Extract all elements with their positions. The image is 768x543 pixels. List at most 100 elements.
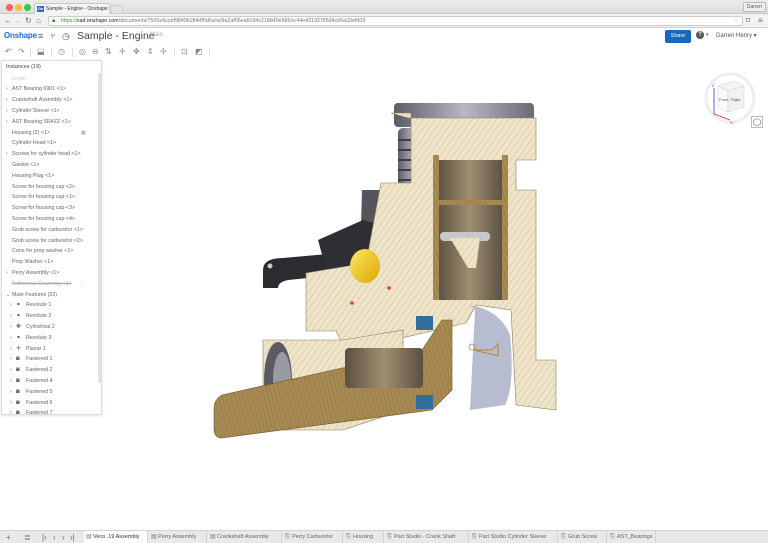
expand-chevron-icon[interactable]: › xyxy=(6,106,8,117)
instance-list-item[interactable]: Reference Geometry <1> ▫ xyxy=(2,279,97,290)
url-input[interactable]: 🔒︎ https://cad.onshape.com/documents/750… xyxy=(48,16,743,26)
mate-feature-item[interactable]: › ✛ Planar 1 xyxy=(2,344,97,355)
instance-list-item[interactable]: Screw for housing cap <1> xyxy=(2,192,97,203)
instance-list-item[interactable]: Screw for housing cap <4> xyxy=(2,214,97,225)
bookmark-star-icon[interactable]: ☆ xyxy=(733,17,738,25)
document-menu-icon[interactable]: ≡ xyxy=(38,30,43,42)
last-tab-icon[interactable]: ›| xyxy=(70,532,75,543)
redo-icon[interactable]: ↷ xyxy=(18,46,25,58)
instance-list-item[interactable]: › Screws for cylinder head <1> xyxy=(2,149,97,160)
instance-list-item[interactable]: › Crankshaft Assembly <1> xyxy=(2,95,97,106)
view-options-icon[interactable] xyxy=(751,116,763,128)
close-window-button[interactable] xyxy=(6,4,13,11)
mate-features-header[interactable]: ⌄ Mate Features (22) xyxy=(2,290,97,301)
expand-chevron-icon[interactable]: › xyxy=(10,344,12,355)
expand-chevron-icon[interactable]: › xyxy=(10,322,12,333)
fastened-mate-icon[interactable]: ◎ xyxy=(79,46,86,58)
tab-list-icon[interactable]: ≣ xyxy=(24,532,31,543)
cast-icon[interactable]: ⌑ xyxy=(746,16,750,26)
expand-chevron-icon[interactable]: › xyxy=(10,387,12,398)
expand-chevron-icon[interactable]: › xyxy=(10,376,12,387)
mate-feature-item[interactable]: › ◙ Fastened 2 xyxy=(2,365,97,376)
expand-chevron-icon[interactable]: › xyxy=(10,408,12,414)
panel-scrollbar[interactable] xyxy=(98,73,101,383)
minimize-window-button[interactable] xyxy=(15,4,22,11)
first-tab-icon[interactable]: |‹ xyxy=(42,532,47,543)
prev-tab-icon[interactable]: ‹ xyxy=(53,532,56,543)
user-menu[interactable]: Darren Henry ▾ xyxy=(716,32,757,39)
new-tab-button[interactable] xyxy=(111,5,123,14)
explode-icon[interactable]: ◩ xyxy=(195,46,203,58)
planar-mate-icon[interactable]: ✛ xyxy=(119,46,126,58)
instance-list-item[interactable]: › Cylinder Sleeve <1> xyxy=(2,106,97,117)
tab-part-studio-cylinder-sleeve[interactable]: ⎘ Part Studio Cylinder Sleeve xyxy=(470,531,558,543)
tab-close-icon[interactable]: × xyxy=(103,4,106,14)
expand-chevron-icon[interactable]: › xyxy=(10,354,12,365)
instance-list-item[interactable]: Prop Washer <1> xyxy=(2,257,97,268)
mate-feature-item[interactable]: › ◙ Fastened 6 xyxy=(2,398,97,409)
tab-veco-19-assembly[interactable]: ▤ Veco .19 Assembly xyxy=(84,531,148,543)
versions-branch-icon[interactable]: ⑂ xyxy=(50,30,55,42)
mate-connector-icon[interactable]: ⊡ xyxy=(181,46,188,58)
help-icon[interactable]: ? xyxy=(696,31,704,39)
forward-arrow-icon[interactable]: → xyxy=(14,15,22,27)
add-tab-icon[interactable]: + xyxy=(6,532,11,543)
instance-list-item[interactable]: Grub screw for carburetor <2> xyxy=(2,236,97,247)
tab-crankshaft-assembly[interactable]: ▤ Crankshaft Assembly xyxy=(208,531,282,543)
next-tab-icon[interactable]: › xyxy=(62,532,65,543)
instance-list-item[interactable]: Housing (2) <1> ▦ xyxy=(2,128,97,139)
home-icon[interactable]: ⌂ xyxy=(36,15,41,27)
mate-feature-item[interactable]: › ✥ Cylindrical 2 xyxy=(2,322,97,333)
reload-icon[interactable]: ↻ xyxy=(25,15,32,27)
tab-grub-screw[interactable]: ⎘ Grub Screw xyxy=(559,531,607,543)
instance-list-item[interactable]: Screw for housing cap <2> xyxy=(2,182,97,193)
instance-list-item[interactable]: Gasket <1> xyxy=(2,160,97,171)
help-dropdown-icon[interactable]: ▾ xyxy=(706,32,709,38)
instance-list-item[interactable]: › AST Bearing 6901 <1> xyxy=(2,84,97,95)
graphics-viewport[interactable] xyxy=(103,60,768,526)
history-icon[interactable]: ◷ xyxy=(58,46,65,58)
expand-chevron-icon[interactable]: › xyxy=(10,311,12,322)
expand-chevron-icon[interactable]: › xyxy=(10,398,12,409)
tab-part-studio-crank-shaft[interactable]: ⎘ Part Studio - Crank Shaft xyxy=(385,531,469,543)
expand-chevron-icon[interactable]: › xyxy=(10,300,12,311)
mate-feature-item[interactable]: › ⚭ Revolute 2 xyxy=(2,311,97,322)
collapse-chevron-icon[interactable]: ⌄ xyxy=(6,290,10,301)
pin-slot-mate-icon[interactable]: ⇕ xyxy=(147,46,154,58)
hidden-icon[interactable]: ▫ xyxy=(81,279,83,290)
ball-mate-icon[interactable]: ✢ xyxy=(160,46,167,58)
history-clock-icon[interactable]: ◷ xyxy=(62,30,70,42)
browser-tab[interactable]: Os Sample - Engine - Onshape × xyxy=(34,3,110,14)
expand-chevron-icon[interactable]: › xyxy=(6,149,8,160)
expand-chevron-icon[interactable]: › xyxy=(6,268,8,279)
expand-chevron-icon[interactable]: › xyxy=(10,333,12,344)
instance-list-item[interactable]: Cylinder Head <1> xyxy=(2,138,97,149)
instance-list-item[interactable]: Origin xyxy=(2,74,97,85)
mate-feature-item[interactable]: › ⚭ Revolute 3 xyxy=(2,333,97,344)
instance-list-item[interactable]: › Perry Assembly <1> xyxy=(2,268,97,279)
mate-feature-item[interactable]: › ◙ Fastened 1 xyxy=(2,354,97,365)
expand-chevron-icon[interactable]: › xyxy=(10,365,12,376)
share-button[interactable]: Share xyxy=(665,30,691,43)
tab-perry-assembly[interactable]: ▤ Perry Assembly xyxy=(149,531,207,543)
instance-list-item[interactable]: Screw for housing cap <3> xyxy=(2,203,97,214)
mate-feature-item[interactable]: › ⚭ Revolute 1 xyxy=(2,300,97,311)
onshape-logo[interactable]: Onshape xyxy=(4,31,37,40)
tab-housing[interactable]: ⎘ Housing xyxy=(344,531,384,543)
document-title[interactable]: Sample - Engine xyxy=(77,29,155,43)
revolute-mate-icon[interactable]: ⊖ xyxy=(92,46,99,58)
instance-list-item[interactable]: Grub screw for carburetor <1> xyxy=(2,225,97,236)
tab-ast-bearings[interactable]: ⎘ AST_Bearings xyxy=(608,531,656,543)
expand-chevron-icon[interactable]: › xyxy=(6,117,8,128)
tab-perry-carburetor[interactable]: ⎘ Perry Carburetor xyxy=(283,531,343,543)
hamburger-menu-icon[interactable]: ≡ xyxy=(758,16,763,26)
cylindrical-mate-icon[interactable]: ✥ xyxy=(133,46,140,58)
instance-list-item[interactable]: Housing Plug <1> xyxy=(2,171,97,182)
maximize-window-button[interactable] xyxy=(24,4,31,11)
profile-button[interactable]: Darren xyxy=(742,2,766,12)
insert-icon[interactable]: ⬓ xyxy=(37,46,45,58)
mate-feature-item[interactable]: › ◙ Fastened 4 xyxy=(2,376,97,387)
undo-icon[interactable]: ↶ xyxy=(5,46,12,58)
engine-section-model[interactable] xyxy=(103,60,768,526)
back-arrow-icon[interactable]: ← xyxy=(4,15,12,27)
